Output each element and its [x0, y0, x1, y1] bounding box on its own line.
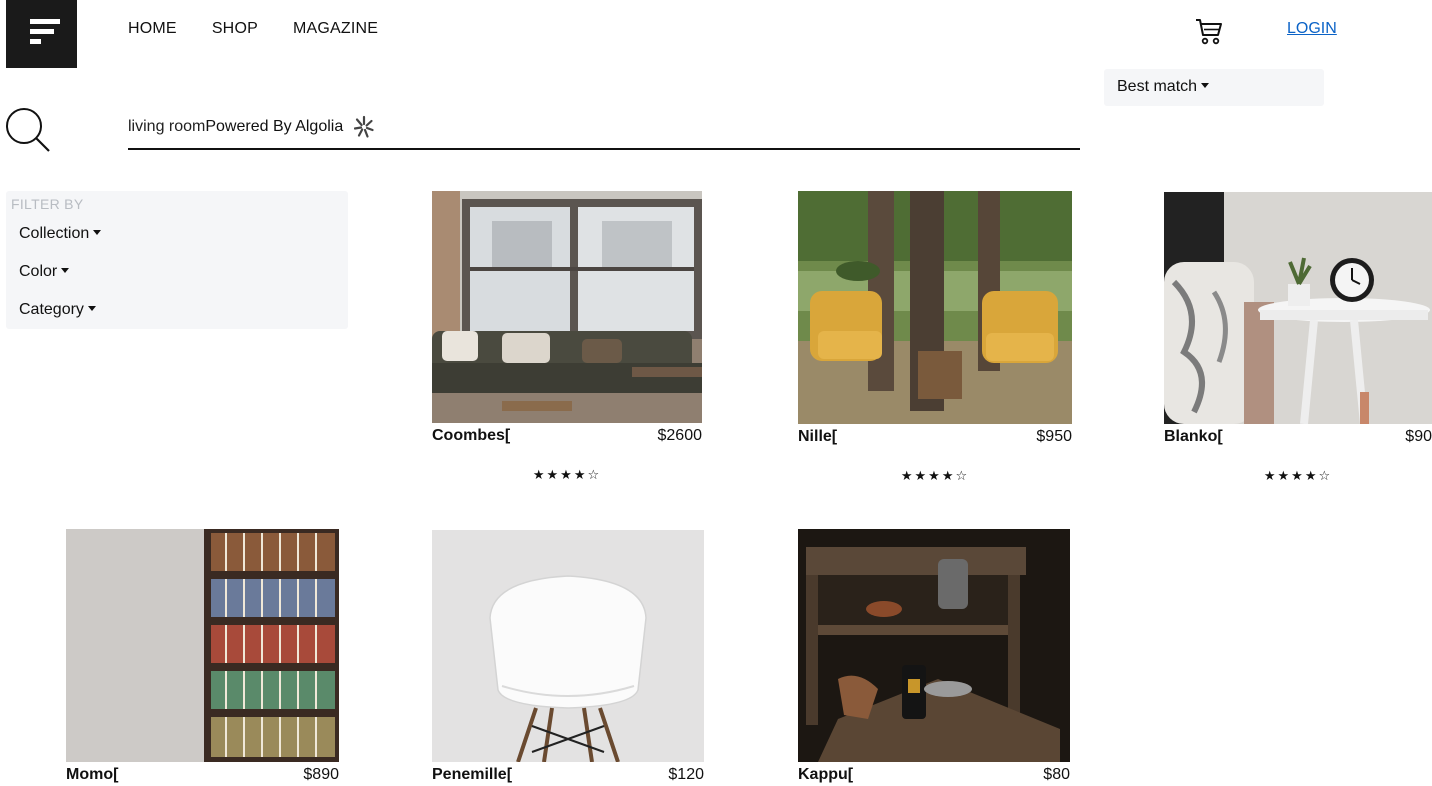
- filter-title: FILTER BY: [11, 196, 84, 212]
- product-card[interactable]: Kappu[ $80: [798, 529, 1070, 784]
- filter-category-label: Category: [19, 301, 84, 318]
- product-name: Coombes[: [432, 427, 511, 444]
- product-card[interactable]: Coombes[ $2600 ★★★★☆: [432, 191, 702, 483]
- product-price: $80: [1043, 766, 1070, 783]
- star-rating: ★★★★☆: [900, 468, 970, 483]
- filter-color-dropdown[interactable]: Color: [19, 263, 70, 281]
- product-info: Penemille[ $120: [432, 766, 704, 784]
- algolia-icon: [354, 115, 374, 138]
- caret-down-icon: [1201, 83, 1210, 88]
- product-name: Nille[: [798, 428, 838, 445]
- product-info: Blanko[ $90: [1164, 428, 1432, 446]
- product-info: Kappu[ $80: [798, 766, 1070, 784]
- product-name: Kappu[: [798, 766, 854, 783]
- product-info: Coombes[ $2600: [432, 427, 702, 445]
- nav-magazine-link[interactable]: MAGAZINE: [293, 20, 378, 38]
- sort-dropdown[interactable]: Best match: [1104, 69, 1324, 106]
- caret-down-icon: [61, 268, 70, 273]
- main-nav: HOME SHOP MAGAZINE: [128, 20, 378, 38]
- search-query: living room: [128, 118, 206, 135]
- filter-panel: FILTER BY Collection Color Category: [6, 191, 348, 329]
- product-price: $950: [1036, 428, 1072, 445]
- login-link[interactable]: LOGIN: [1287, 20, 1337, 38]
- product-card[interactable]: Penemille[ $120: [432, 530, 704, 784]
- nav-shop-link[interactable]: SHOP: [212, 20, 258, 38]
- product-name: Blanko[: [1164, 428, 1223, 445]
- caret-down-icon: [93, 230, 102, 235]
- product-price: $890: [303, 766, 339, 783]
- product-image-sofa[interactable]: [432, 191, 702, 423]
- search-icon[interactable]: [4, 106, 52, 154]
- menu-logo-icon[interactable]: [6, 0, 77, 68]
- filter-category-dropdown[interactable]: Category: [19, 301, 96, 319]
- product-name: Momo[: [66, 766, 119, 783]
- product-price: $90: [1405, 428, 1432, 445]
- cart-icon[interactable]: [1194, 16, 1224, 46]
- product-price: $2600: [657, 427, 703, 444]
- product-card[interactable]: Nille[ $950 ★★★★☆: [798, 191, 1072, 484]
- product-image-bookshelf[interactable]: [66, 529, 339, 762]
- product-price: $120: [668, 766, 704, 783]
- product-info: Momo[ $890: [66, 766, 339, 784]
- caret-down-icon: [87, 306, 96, 311]
- product-card[interactable]: Blanko[ $90 ★★★★☆: [1164, 192, 1432, 484]
- sort-label: Best match: [1117, 78, 1198, 95]
- product-info: Nille[ $950: [798, 428, 1072, 446]
- search-input[interactable]: living room Powered By Algolia: [128, 106, 1080, 150]
- filter-collection-dropdown[interactable]: Collection: [19, 225, 102, 243]
- product-image-armchairs[interactable]: [798, 191, 1072, 424]
- powered-by-text: Powered By Algolia: [205, 118, 344, 135]
- product-image-white-chair[interactable]: [432, 530, 704, 762]
- filter-collection-label: Collection: [19, 225, 90, 242]
- star-rating: ★★★★☆: [532, 467, 602, 482]
- product-image-wooden-crate[interactable]: [798, 529, 1070, 762]
- filter-color-label: Color: [19, 263, 58, 280]
- product-name: Penemille[: [432, 766, 513, 783]
- nav-home-link[interactable]: HOME: [128, 20, 177, 38]
- product-image-side-table[interactable]: [1164, 192, 1432, 424]
- star-rating: ★★★★☆: [1263, 468, 1333, 483]
- product-card[interactable]: Momo[ $890: [66, 529, 339, 784]
